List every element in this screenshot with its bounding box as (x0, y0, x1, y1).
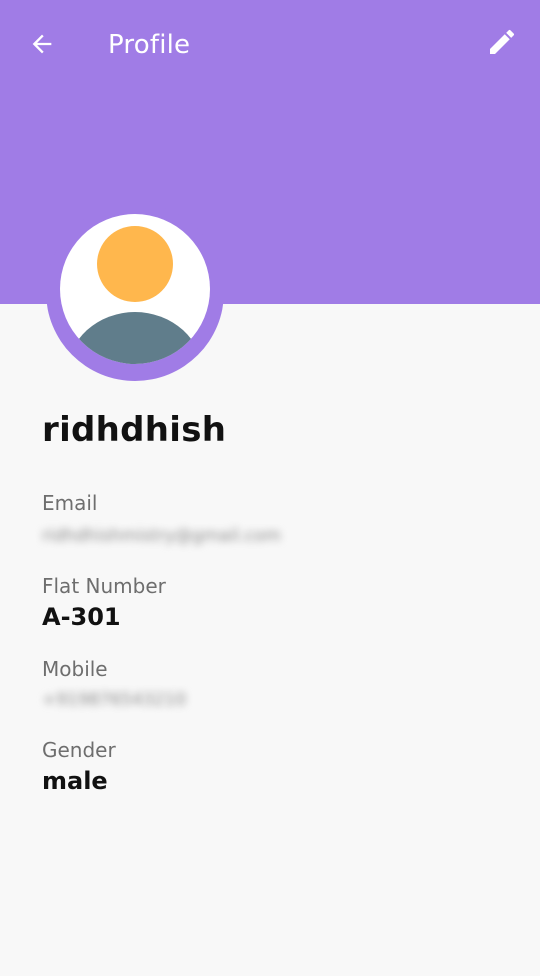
mobile-label: Mobile (42, 657, 108, 681)
page-title: Profile (108, 30, 191, 60)
profile-name: ridhdhish (42, 410, 227, 450)
gender-value: male (42, 767, 108, 795)
email-label: Email (42, 491, 98, 515)
email-value: ridhdhishmistry@gmail.com (42, 526, 281, 546)
arrow-left-icon (28, 30, 56, 62)
avatar[interactable] (60, 214, 210, 364)
user-avatar-icon (60, 214, 210, 364)
gender-label: Gender (42, 738, 116, 762)
flat-number-value: A-301 (42, 603, 121, 631)
pencil-icon (486, 26, 518, 62)
flat-number-label: Flat Number (42, 574, 166, 598)
top-app-bar: Profile (0, 0, 540, 90)
edit-profile-button[interactable] (480, 22, 524, 66)
mobile-value: +919876543210 (42, 690, 187, 710)
back-button[interactable] (22, 26, 62, 66)
